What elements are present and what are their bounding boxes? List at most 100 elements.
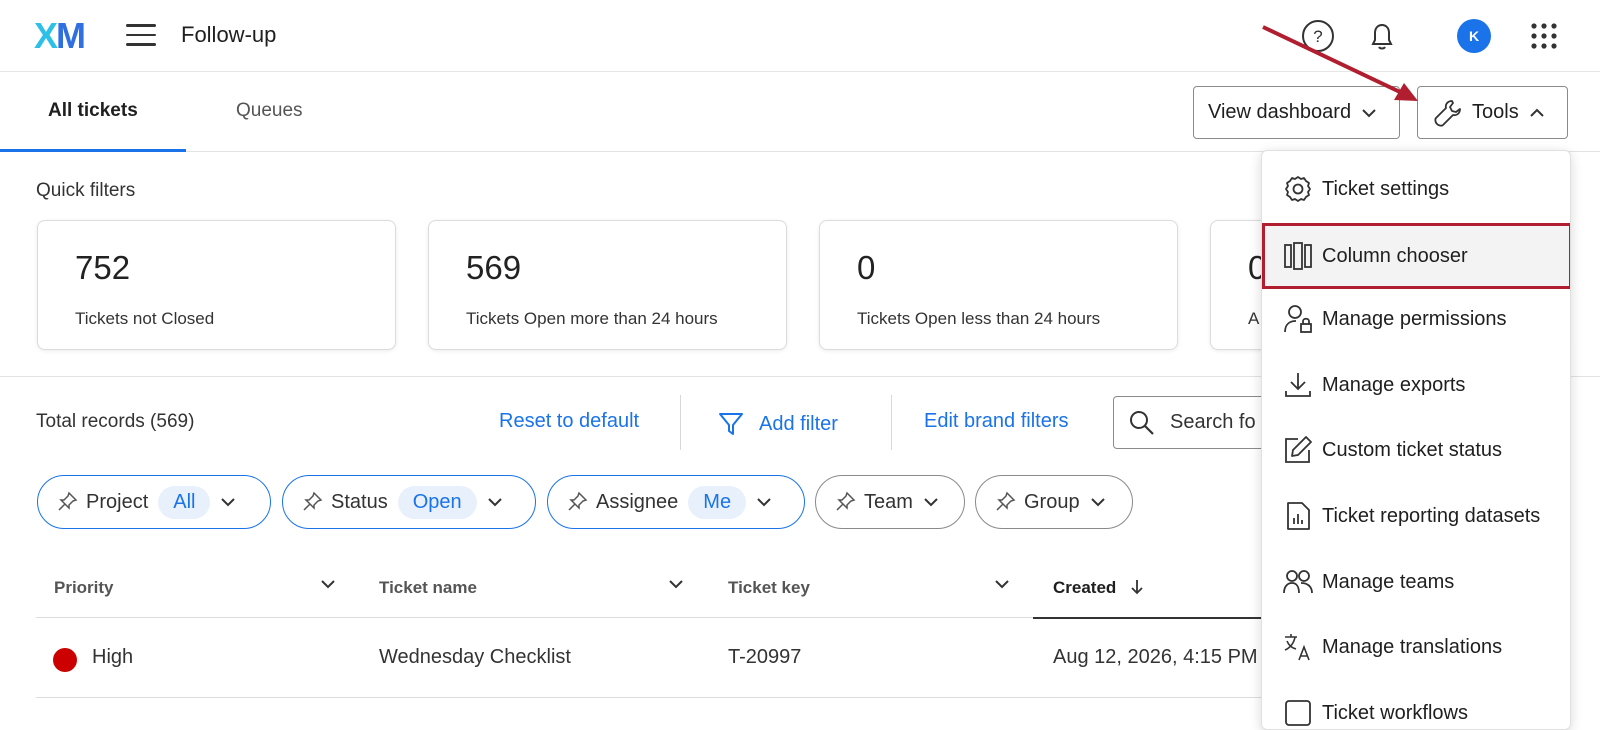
tab-all-tickets[interactable]: All tickets [48, 100, 138, 122]
toolbar-separator [680, 395, 681, 450]
quick-filter-card[interactable]: 0 Tickets Open less than 24 hours [819, 220, 1178, 350]
chevron-down-icon [487, 498, 502, 507]
bell-icon[interactable] [1364, 18, 1400, 54]
card-label: Tickets Open less than 24 hours [857, 309, 1101, 328]
menu-item-label: Ticket workflows [1322, 701, 1468, 724]
menu-item-custom-ticket-status[interactable]: Custom ticket status [1262, 424, 1570, 476]
filter-icon [719, 413, 743, 435]
chevron-down-icon [1090, 498, 1105, 507]
menu-item-manage-exports[interactable]: Manage exports [1262, 359, 1570, 411]
filter-chip-team[interactable]: Team [815, 475, 965, 529]
translate-icon [1284, 634, 1310, 661]
tools-label: Tools [1472, 101, 1519, 123]
search-placeholder: Search fo [1170, 411, 1256, 433]
chevron-down-icon [924, 498, 938, 507]
filter-chip-assignee[interactable]: Assignee Me [547, 475, 805, 529]
help-icon[interactable]: ? [1300, 18, 1336, 54]
column-header-ticket-key[interactable]: Ticket key [728, 578, 810, 598]
chevron-down-icon[interactable] [994, 578, 1010, 590]
menu-item-label: Manage exports [1322, 373, 1466, 396]
pin-icon [58, 491, 78, 511]
chip-label: Status [331, 490, 388, 513]
chevron-down-icon[interactable] [668, 578, 684, 590]
menu-item-label: Ticket settings [1322, 177, 1450, 200]
cell-created: Aug 12, 2026, 4:15 PM [1053, 646, 1258, 668]
card-value: 569 [466, 249, 522, 286]
card-label: A [1248, 309, 1260, 328]
sort-descending-icon[interactable] [1130, 578, 1144, 596]
column-header-ticket-name[interactable]: Ticket name [379, 578, 477, 598]
menu-item-label: Manage translations [1322, 635, 1503, 658]
cell-priority: High [92, 646, 134, 668]
card-label: Tickets Open more than 24 hours [466, 309, 718, 328]
pin-icon [303, 491, 323, 511]
add-filter-label: Add filter [759, 412, 838, 435]
total-records: Total records (569) [36, 411, 195, 432]
chevron-down-icon [1362, 108, 1376, 117]
pin-icon [996, 491, 1016, 511]
avatar[interactable]: K [1457, 19, 1491, 53]
cell-ticket-name[interactable]: Wednesday Checklist [379, 646, 571, 669]
workflow-icon [1285, 700, 1311, 726]
chip-label: Assignee [596, 490, 679, 513]
quick-filter-card[interactable]: 752 Tickets not Closed [37, 220, 396, 350]
view-dashboard-button[interactable]: View dashboard [1193, 86, 1400, 139]
card-label: Tickets not Closed [75, 309, 215, 328]
add-filter-button[interactable]: Add filter [717, 410, 838, 438]
menu-item-manage-teams[interactable]: Manage teams [1262, 556, 1570, 608]
row-divider [36, 697, 1266, 698]
pin-icon [836, 491, 856, 511]
app-title: Follow-up [181, 22, 277, 47]
menu-item-ticket-settings[interactable]: Ticket settings [1262, 163, 1570, 215]
menu-item-manage-translations[interactable]: Manage translations [1262, 621, 1570, 673]
filter-chip-project[interactable]: Project All [37, 475, 271, 529]
people-icon [1283, 570, 1313, 594]
edit-icon [1285, 436, 1312, 463]
quick-filters-label: Quick filters [36, 180, 136, 201]
chip-label: Team [864, 490, 913, 513]
chip-value: Me [688, 485, 747, 519]
chevron-down-icon [757, 498, 771, 507]
reset-to-default-link[interactable]: Reset to default [499, 410, 639, 433]
quick-filter-card[interactable]: 569 Tickets Open more than 24 hours [428, 220, 787, 350]
filter-chip-status[interactable]: Status Open [282, 475, 536, 529]
toolbar-separator [891, 395, 892, 450]
chip-label: Project [86, 490, 149, 513]
search-icon [1130, 410, 1154, 435]
menu-item-ticket-reporting-datasets[interactable]: Ticket reporting datasets [1262, 490, 1570, 542]
chip-value: All [158, 485, 211, 519]
column-header-created[interactable]: Created [1053, 578, 1116, 598]
pin-icon [568, 491, 588, 511]
view-dashboard-label: View dashboard [1208, 101, 1352, 123]
hamburger-menu-icon[interactable] [126, 24, 156, 48]
chevron-down-icon[interactable] [320, 578, 336, 590]
menu-item-column-chooser[interactable]: Column chooser [1262, 223, 1570, 289]
user-lock-icon [1284, 305, 1312, 333]
menu-item-manage-permissions[interactable]: Manage permissions [1262, 293, 1570, 345]
menu-item-label: Ticket reporting datasets [1322, 504, 1541, 527]
column-header-priority[interactable]: Priority [54, 578, 114, 598]
tools-dropdown-menu: Ticket settings Column chooser Manage pe… [1261, 150, 1571, 730]
card-value: 0 [857, 249, 876, 286]
active-tab-indicator [0, 149, 186, 152]
columns-icon [1284, 242, 1312, 270]
menu-item-label: Manage permissions [1322, 307, 1507, 330]
logo-x: X [34, 15, 58, 56]
wrench-icon [1434, 99, 1461, 127]
edit-brand-filters-link[interactable]: Edit brand filters [924, 410, 1069, 433]
svg-text:?: ? [1313, 27, 1322, 46]
tools-button[interactable]: Tools [1417, 86, 1568, 139]
menu-item-ticket-workflows[interactable]: Ticket workflows [1262, 687, 1570, 729]
cell-ticket-key: T-20997 [728, 646, 802, 668]
chevron-down-icon [221, 498, 236, 507]
app-grid-icon[interactable] [1526, 18, 1562, 54]
menu-item-label: Manage teams [1322, 570, 1455, 593]
filter-chip-group[interactable]: Group [975, 475, 1133, 529]
menu-item-label: Custom ticket status [1322, 438, 1503, 461]
chevron-up-icon [1529, 108, 1544, 117]
gear-icon [1285, 176, 1311, 202]
chip-value: Open [397, 485, 477, 519]
xm-logo[interactable]: XM [34, 15, 86, 56]
tab-queues[interactable]: Queues [236, 100, 303, 122]
card-value: 752 [75, 249, 131, 286]
